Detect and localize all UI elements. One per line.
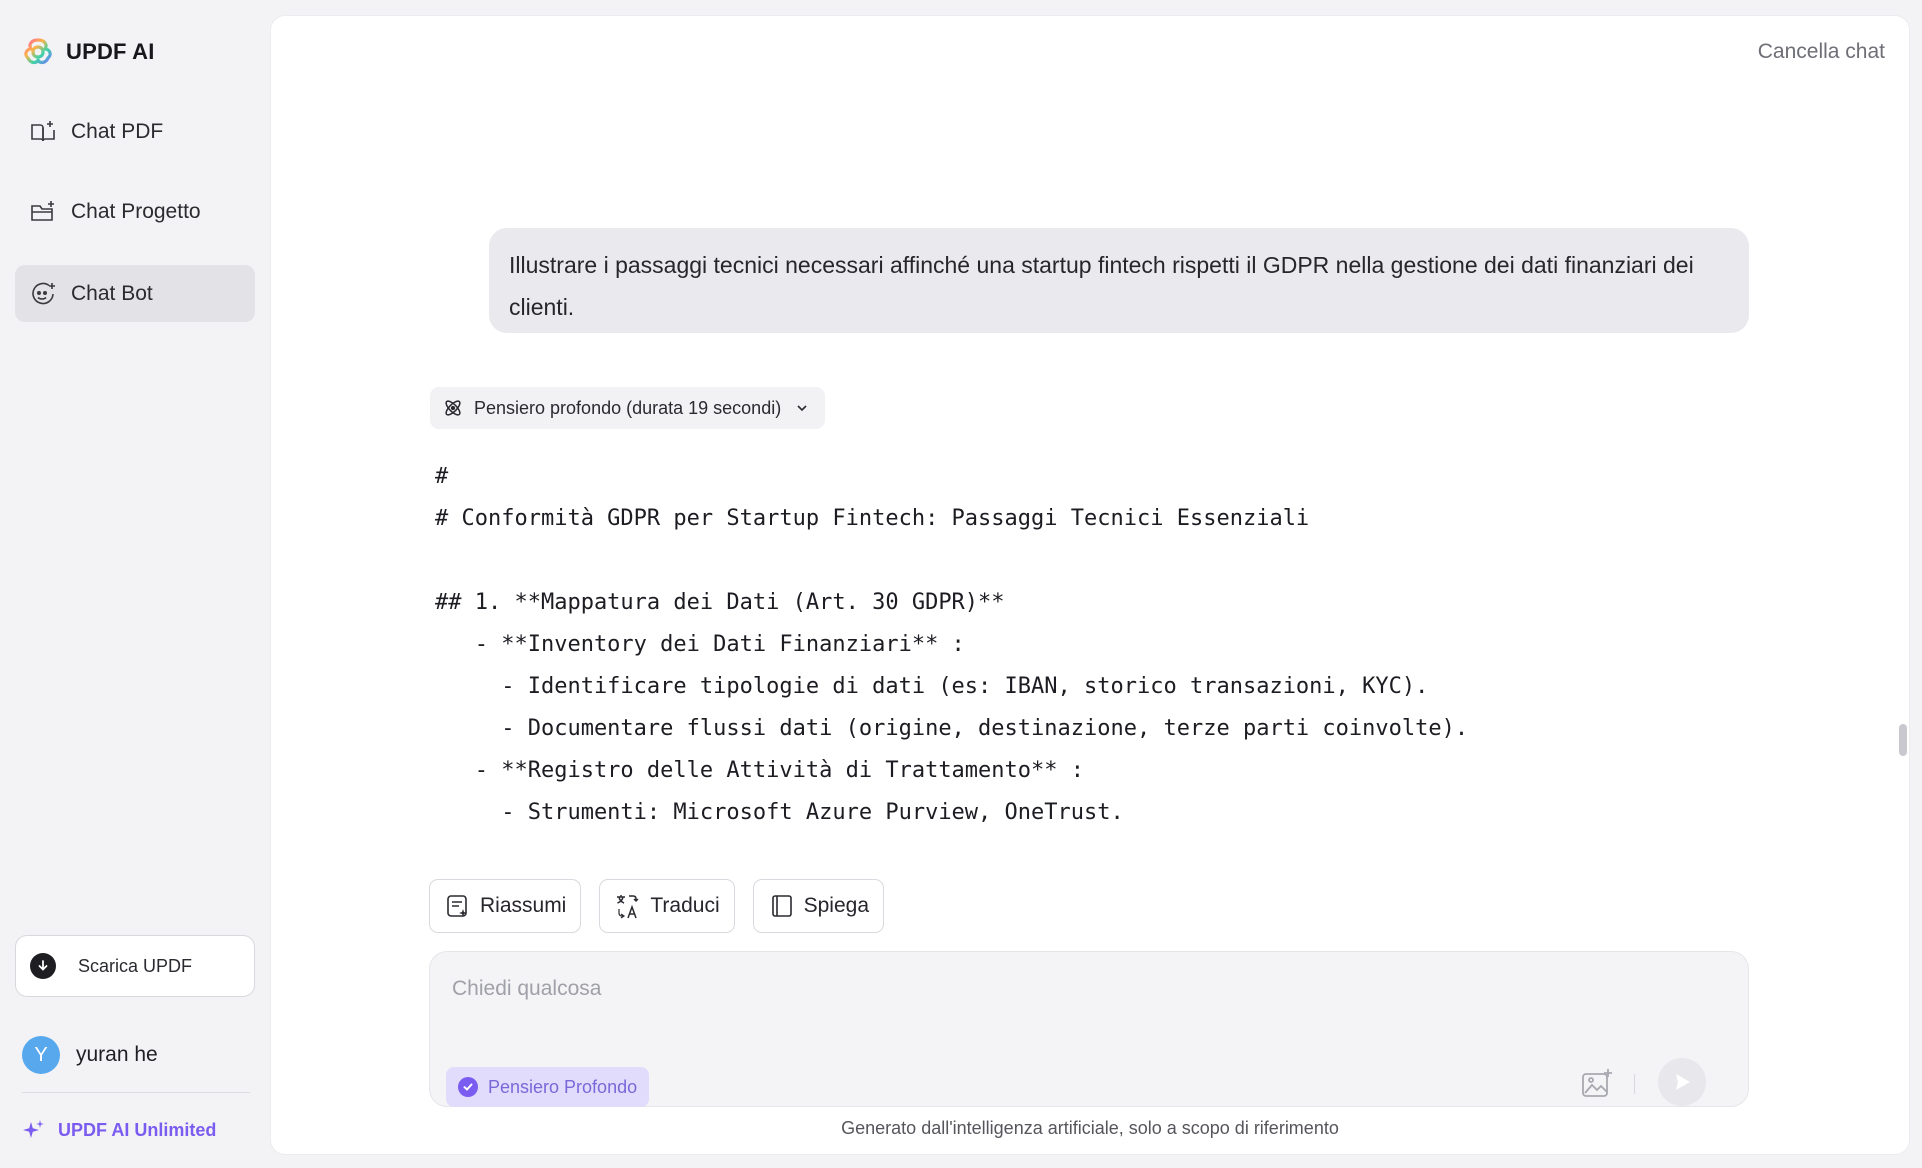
sidebar-item-label: Chat PDF xyxy=(71,119,164,143)
answer-line: - **Inventory dei Dati Finanziari** : xyxy=(435,632,965,657)
chat-input[interactable] xyxy=(452,972,1652,1006)
sparkle-icon xyxy=(23,1120,44,1138)
user-name: yuran he xyxy=(76,1043,158,1066)
quick-actions: Riassumi Traduci Spiega xyxy=(429,879,884,933)
sidebar-item-chat-pdf[interactable]: Chat PDF xyxy=(15,103,255,160)
book-open-icon xyxy=(771,895,792,917)
answer-line: - Documentare flussi dati (origine, dest… xyxy=(435,716,1469,741)
send-button[interactable] xyxy=(1658,1058,1706,1106)
summarize-icon xyxy=(447,895,467,917)
answer-line: ## 1. **Mappatura dei Dati (Art. 30 GDPR… xyxy=(435,590,1005,615)
user-message-bubble: Illustrare i passaggi tecnici necessari … xyxy=(489,228,1749,333)
answer-line xyxy=(435,540,1635,582)
sidebar-item-label: Chat Bot xyxy=(71,281,153,305)
brand-name: UPDF AI xyxy=(66,39,155,64)
ai-disclaimer: Generato dall'intelligenza artificiale, … xyxy=(841,1118,1339,1138)
deep-thinking-toggle[interactable]: Pensiero profondo (durata 19 secondi) xyxy=(430,387,826,429)
message-composer: Pensiero Profondo xyxy=(429,951,1749,1107)
translate-icon xyxy=(617,895,639,919)
upgrade-unlimited-link[interactable]: UPDF AI Unlimited xyxy=(22,1116,216,1144)
send-icon xyxy=(1676,1074,1690,1090)
explain-label: Spiega xyxy=(803,894,869,917)
sidebar-item-chat-bot[interactable]: Chat Bot xyxy=(15,265,255,322)
translate-label: Traduci xyxy=(650,894,720,917)
sidebar-item-label: Chat Progetto xyxy=(71,199,201,223)
sidebar-item-chat-progetto[interactable]: Chat Progetto xyxy=(15,183,255,240)
thinking-label: Pensiero profondo (durata 19 secondi) xyxy=(474,397,782,418)
composer-separator xyxy=(1634,1074,1635,1094)
download-icon xyxy=(30,953,56,979)
answer-line: - Identificare tipologie di dati (es: IB… xyxy=(435,674,1429,699)
atom-icon xyxy=(445,400,461,416)
explain-button[interactable]: Spiega xyxy=(752,879,884,933)
assistant-answer: # # Conformità GDPR per Startup Fintech:… xyxy=(435,456,1635,834)
chat-panel: Cancella chat Illustrare i passaggi tecn… xyxy=(271,16,1909,1154)
clear-chat-button[interactable]: Cancella chat xyxy=(1758,40,1885,64)
updf-logo-icon xyxy=(24,38,52,65)
unlimited-label: UPDF AI Unlimited xyxy=(58,1119,217,1140)
answer-line: - Strumenti: Microsoft Azure Purview, On… xyxy=(435,800,1124,825)
answer-line: - **Registro delle Attività di Trattamen… xyxy=(435,758,1085,783)
answer-line: # xyxy=(435,464,449,489)
summarize-label: Riassumi xyxy=(480,894,567,917)
answer-line: # Conformità GDPR per Startup Fintech: P… xyxy=(435,506,1310,531)
download-label: Scarica UPDF xyxy=(78,955,193,976)
deep-thinking-mode-toggle[interactable]: Pensiero Profondo xyxy=(446,1067,650,1107)
scrollbar-thumb[interactable] xyxy=(1899,724,1907,756)
bot-face-icon xyxy=(32,282,55,304)
summarize-button[interactable]: Riassumi xyxy=(429,879,582,933)
folder-icon xyxy=(31,200,54,221)
check-icon xyxy=(458,1077,478,1097)
deep-thinking-label: Pensiero Profondo xyxy=(488,1076,638,1097)
image-upload-icon[interactable] xyxy=(1580,1067,1614,1101)
translate-button[interactable]: Traduci xyxy=(599,879,735,933)
sidebar: UPDF AI Chat PDF Chat Progetto Chat Bot … xyxy=(0,0,270,1168)
chevron-down-icon xyxy=(797,405,807,412)
user-profile[interactable]: Y yuran he xyxy=(22,1035,158,1075)
brand[interactable]: UPDF AI xyxy=(22,34,155,70)
avatar: Y xyxy=(22,1036,60,1074)
download-updf-button[interactable]: Scarica UPDF xyxy=(15,935,255,997)
book-icon xyxy=(31,120,55,141)
sidebar-divider xyxy=(22,1092,250,1093)
app-window: UPDF AI Chat PDF Chat Progetto Chat Bot … xyxy=(0,0,1922,1168)
